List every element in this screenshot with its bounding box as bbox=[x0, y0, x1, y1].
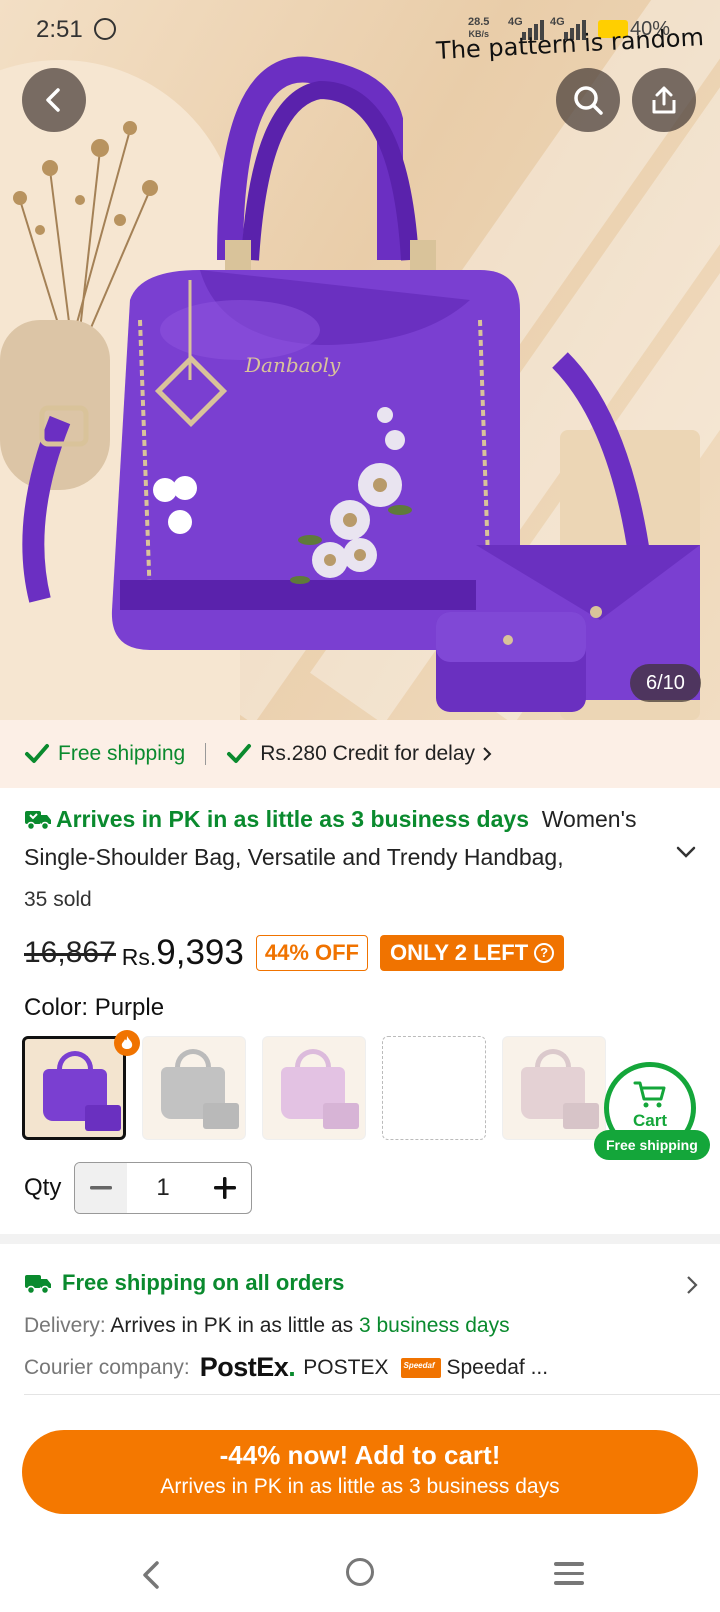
sale-price: 9,393 bbox=[156, 933, 244, 972]
delivery-days: 3 business days bbox=[358, 1314, 510, 1337]
courier-label: Courier company: bbox=[24, 1355, 190, 1379]
stock-badge[interactable]: ONLY 2 LEFT? bbox=[380, 935, 565, 971]
free-shipping-benefit: Free shipping bbox=[24, 742, 185, 766]
color-swatch-rose[interactable] bbox=[502, 1036, 606, 1140]
color-swatch-purple[interactable] bbox=[22, 1036, 126, 1140]
postex-logo: PostEx. bbox=[199, 1352, 296, 1382]
sim2-network: 4G bbox=[550, 16, 565, 28]
cart-label: Cart bbox=[632, 1111, 667, 1130]
share-button[interactable] bbox=[632, 68, 696, 132]
back-button[interactable] bbox=[22, 68, 86, 132]
section-divider bbox=[0, 1234, 720, 1244]
check-icon bbox=[227, 744, 252, 763]
free-shipping-all-orders[interactable]: Free shipping on all orders bbox=[24, 1270, 344, 1296]
color-swatch-gray[interactable] bbox=[142, 1036, 246, 1140]
help-icon[interactable]: ? bbox=[534, 943, 555, 963]
nav-recents-icon[interactable] bbox=[554, 1562, 584, 1586]
divider bbox=[205, 743, 207, 765]
free-shipping-all-label: Free shipping on all orders bbox=[62, 1270, 345, 1295]
hot-flame-icon bbox=[114, 1030, 140, 1056]
nav-home-icon[interactable] bbox=[346, 1558, 374, 1586]
delivery-info: Delivery: Arrives in PK in as little as … bbox=[24, 1314, 510, 1338]
selected-color-label: Color: Purple bbox=[24, 994, 165, 1021]
system-navigation-bar bbox=[0, 1540, 720, 1612]
add-to-cart-button[interactable]: -44% now! Add to cart! Arrives in PK in … bbox=[22, 1430, 698, 1514]
color-swatch-white[interactable] bbox=[382, 1036, 486, 1140]
courier-info: Courier company: PostEx. POSTEX Speedaf … bbox=[24, 1352, 548, 1383]
fast-delivery-truck-icon bbox=[25, 811, 51, 831]
cart-free-shipping-badge: Free shipping bbox=[594, 1130, 710, 1160]
minus-icon bbox=[90, 1186, 112, 1190]
plus-icon bbox=[214, 1177, 236, 1199]
increase-quantity-button[interactable] bbox=[199, 1163, 251, 1213]
quantity-value[interactable]: 1 bbox=[127, 1163, 199, 1213]
search-icon bbox=[574, 86, 603, 115]
swatch-wallet bbox=[203, 1103, 239, 1129]
delay-credit-benefit[interactable]: Rs.280 Credit for delay bbox=[226, 742, 493, 766]
chevron-right-icon[interactable] bbox=[684, 1274, 700, 1296]
status-time: 2:51 bbox=[36, 16, 83, 43]
expand-title-chevron-down-icon[interactable] bbox=[672, 838, 700, 866]
check-icon bbox=[25, 744, 49, 763]
postex-name: POSTEX bbox=[303, 1355, 389, 1379]
speedaf-logo: Speedaf bbox=[400, 1357, 441, 1378]
swatch-wallet bbox=[563, 1103, 599, 1129]
original-price: 16,867 bbox=[24, 936, 116, 969]
search-button[interactable] bbox=[556, 68, 620, 132]
share-icon bbox=[652, 86, 676, 114]
title-fade-overlay bbox=[560, 838, 650, 876]
currency-symbol: Rs. bbox=[121, 943, 157, 970]
chevron-left-icon bbox=[46, 88, 60, 112]
image-counter: 6/10 bbox=[630, 664, 701, 702]
delivery-text: Arrives in PK in as little as bbox=[110, 1314, 354, 1337]
arrival-promise: Arrives in PK in as little as 3 business… bbox=[56, 806, 529, 832]
sold-count: 35 sold bbox=[24, 888, 92, 911]
chevron-right-icon bbox=[483, 747, 492, 761]
quantity-stepper: 1 bbox=[74, 1162, 252, 1214]
swatch-wallet bbox=[85, 1105, 121, 1131]
swatch-wallet bbox=[323, 1103, 359, 1129]
delivery-label: Delivery: bbox=[24, 1314, 106, 1337]
divider bbox=[24, 1394, 720, 1395]
delivery-truck-icon bbox=[25, 1275, 51, 1295]
price-row: 16,867 Rs. 9,393 44% OFF ONLY 2 LEFT? bbox=[24, 928, 565, 978]
speedaf-name: Speedaf ... bbox=[446, 1355, 549, 1379]
nav-back-icon[interactable] bbox=[140, 1560, 162, 1590]
delay-credit-label: Rs.280 Credit for delay bbox=[260, 742, 476, 765]
quantity-label: Qty bbox=[24, 1174, 62, 1201]
product-detail-screen: Danbaoly 2:51 28.5 KB/s 4G 4G 40% The pa… bbox=[0, 0, 720, 1612]
shipping-benefits-strip[interactable]: Free shipping Rs.280 Credit for delay bbox=[0, 720, 720, 788]
free-shipping-label: Free shipping bbox=[58, 742, 186, 765]
bag-brand-text: Danbaoly bbox=[244, 353, 341, 377]
whatsapp-icon bbox=[94, 18, 116, 40]
stock-badge-text: ONLY 2 LEFT bbox=[390, 940, 529, 965]
add-to-cart-subtitle: Arrives in PK in as little as 3 business… bbox=[160, 1475, 560, 1498]
discount-badge: 44% OFF bbox=[255, 935, 368, 971]
add-to-cart-label: -44% now! Add to cart! bbox=[219, 1440, 501, 1470]
product-image-carousel[interactable]: Danbaoly 2:51 28.5 KB/s 4G 4G 40% The pa… bbox=[0, 0, 720, 720]
decrease-quantity-button[interactable] bbox=[75, 1163, 127, 1213]
cart-icon bbox=[633, 1081, 666, 1108]
color-swatch-pink[interactable] bbox=[262, 1036, 366, 1140]
